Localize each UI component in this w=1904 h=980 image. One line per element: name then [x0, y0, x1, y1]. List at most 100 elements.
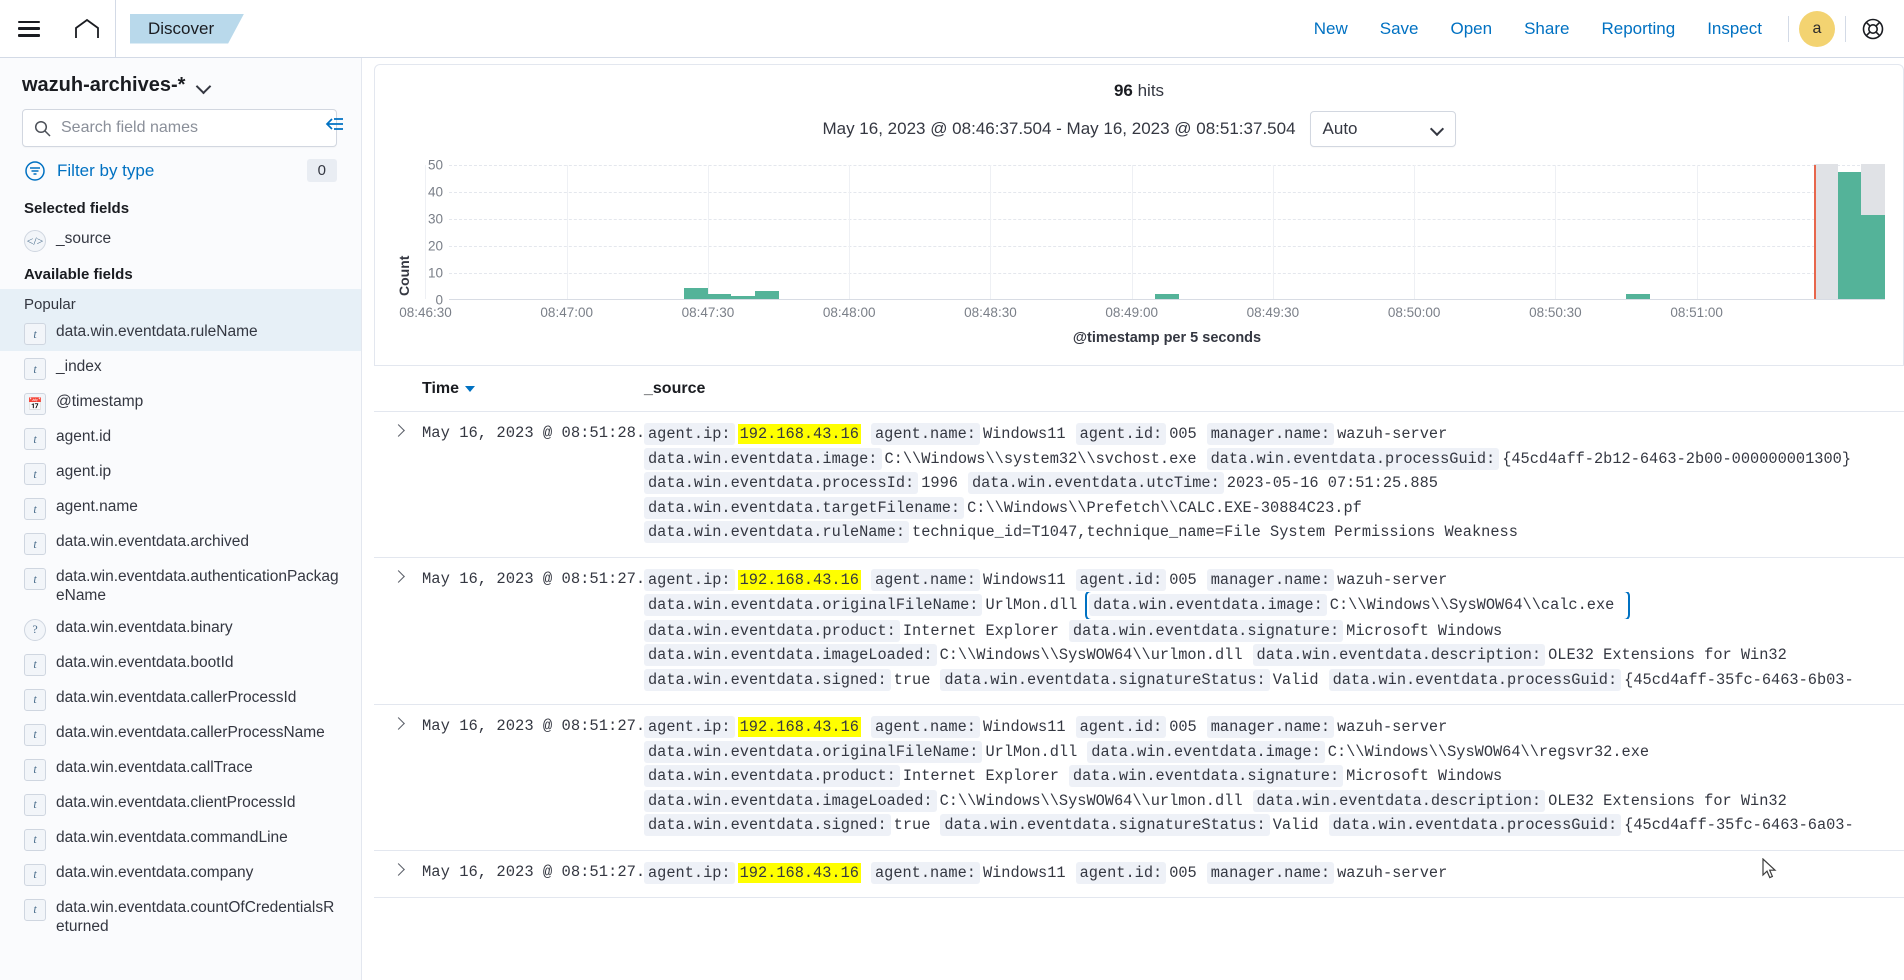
collapse-sidebar-button[interactable]: [323, 116, 345, 139]
histogram-bar[interactable]: [1861, 215, 1885, 299]
field-value-highlighted: 192.168.43.16: [738, 424, 861, 444]
field-item[interactable]: tdata.win.eventdata.authenticationPackag…: [0, 561, 361, 612]
interval-value: Auto: [1323, 119, 1358, 139]
field-item[interactable]: 📅@timestamp: [0, 386, 361, 421]
field-value: 1996: [921, 474, 958, 492]
histogram-bar[interactable]: [684, 288, 708, 299]
field-value: 005: [1169, 571, 1197, 589]
field-key: agent.name:: [871, 716, 980, 738]
field-value: UrlMon.dll: [985, 743, 1077, 761]
index-pattern-selector[interactable]: wazuh-archives-*: [0, 58, 361, 109]
filter-by-type-row[interactable]: Filter by type 0: [0, 147, 361, 192]
field-value: C:\\Windows\\Prefetch\\CALC.EXE-30884C23…: [967, 499, 1362, 517]
field-item[interactable]: tdata.win.eventdata.callerProcessName: [0, 717, 361, 752]
expand-row-icon[interactable]: [393, 426, 404, 437]
field-value: wazuh-server: [1337, 864, 1447, 882]
search-icon: [34, 120, 51, 137]
gridline-vertical: [1697, 165, 1698, 299]
expand-row-icon[interactable]: [393, 865, 404, 876]
field-key: agent.name:: [871, 423, 980, 445]
histogram-bar[interactable]: [1838, 172, 1862, 299]
save-button[interactable]: Save: [1364, 19, 1435, 39]
expand-row-icon[interactable]: [393, 572, 404, 583]
interval-select[interactable]: Auto: [1310, 111, 1456, 147]
field-key: agent.id:: [1076, 569, 1167, 591]
search-input[interactable]: [61, 119, 325, 137]
field-item-source[interactable]: </> _source: [0, 223, 361, 258]
string-type-icon: t: [24, 899, 46, 921]
field-item[interactable]: tdata.win.eventdata.bootId: [0, 647, 361, 682]
field-item[interactable]: ?data.win.eventdata.binary: [0, 612, 361, 647]
field-value: C:\\Windows\\system32\\svchost.exe: [885, 450, 1197, 468]
expand-cell: [374, 715, 422, 838]
field-value: Windows11: [983, 864, 1066, 882]
field-key: data.win.eventdata.product:: [644, 765, 900, 787]
field-key: data.win.eventdata.originalFileName:: [644, 741, 982, 763]
column-header-time[interactable]: Time: [374, 380, 626, 398]
field-item[interactable]: tagent.ip: [0, 456, 361, 491]
field-value: technique_id=T1047,technique_name=File S…: [912, 523, 1518, 541]
field-item[interactable]: tdata.win.eventdata.clientProcessId: [0, 787, 361, 822]
histogram-bar[interactable]: [731, 296, 755, 299]
string-type-icon: t: [24, 759, 46, 781]
chevron-down-icon[interactable]: [197, 79, 211, 93]
new-button[interactable]: New: [1298, 19, 1364, 39]
gridline: [449, 273, 1885, 274]
cell-source: agent.ip:192.168.43.16agent.name:Windows…: [626, 568, 1904, 693]
field-item[interactable]: t_index: [0, 351, 361, 386]
available-fields-header: Available fields: [0, 258, 361, 289]
field-item[interactable]: tdata.win.eventdata.countOfCredentialsRe…: [0, 892, 361, 943]
field-item[interactable]: tdata.win.eventdata.callTrace: [0, 752, 361, 787]
table-row[interactable]: May 16, 2023 @ 08:51:27.572agent.ip:192.…: [374, 705, 1904, 851]
inspect-button[interactable]: Inspect: [1691, 19, 1778, 39]
reporting-button[interactable]: Reporting: [1585, 19, 1691, 39]
expand-row-icon[interactable]: [393, 719, 404, 730]
field-value: OLE32 Extensions for Win32: [1548, 792, 1787, 810]
help-button[interactable]: [1856, 12, 1890, 46]
field-value: C:\\Windows\\SysWOW64\\urlmon.dll: [940, 792, 1243, 810]
field-item[interactable]: tdata.win.eventdata.archived: [0, 526, 361, 561]
string-type-icon: t: [24, 724, 46, 746]
cell-time: May 16, 2023 @ 08:51:27.572: [422, 715, 626, 838]
x-axis-tick: 08:49:00: [1105, 305, 1158, 320]
menu-button[interactable]: [0, 0, 58, 57]
field-item-rulename[interactable]: t data.win.eventdata.ruleName: [0, 316, 361, 351]
gridline-vertical: [708, 165, 709, 299]
avatar[interactable]: a: [1799, 11, 1835, 47]
table-row[interactable]: May 16, 2023 @ 08:51:27.574agent.ip:192.…: [374, 558, 1904, 706]
tab-discover[interactable]: Discover: [130, 14, 244, 44]
source-line: agent.ip:192.168.43.16agent.name:Windows…: [644, 568, 1892, 593]
histogram-bar[interactable]: [755, 291, 779, 299]
top-navigation-bar: Discover New Save Open Share Reporting I…: [0, 0, 1904, 58]
help-circle-icon: [1861, 17, 1885, 41]
open-button[interactable]: Open: [1435, 19, 1509, 39]
histogram-bar[interactable]: [1626, 294, 1650, 299]
home-button[interactable]: [58, 0, 116, 57]
field-item[interactable]: tagent.name: [0, 491, 361, 526]
plot-area[interactable]: [449, 165, 1885, 300]
field-key: data.win.eventdata.targetFilename:: [644, 497, 964, 519]
histogram-panel: 96 hits May 16, 2023 @ 08:46:37.504 - Ma…: [374, 64, 1904, 365]
field-item[interactable]: tdata.win.eventdata.callerProcessId: [0, 682, 361, 717]
field-item[interactable]: tagent.id: [0, 421, 361, 456]
x-axis-tick: 08:47:30: [682, 305, 735, 320]
focused-field[interactable]: data.win.eventdata.image:C:\\Windows\\Sy…: [1087, 592, 1628, 619]
table-row[interactable]: May 16, 2023 @ 08:51:27.570agent.ip:192.…: [374, 851, 1904, 899]
search-field-names-box[interactable]: [22, 109, 337, 147]
field-value: Windows11: [983, 718, 1066, 736]
field-key: data.win.eventdata.description:: [1253, 644, 1546, 666]
hits-count: 96: [1114, 81, 1133, 100]
field-key: data.win.eventdata.image:: [1087, 741, 1325, 763]
share-button[interactable]: Share: [1508, 19, 1585, 39]
x-axis-tick: 08:48:00: [823, 305, 876, 320]
table-row[interactable]: May 16, 2023 @ 08:51:28.947agent.ip:192.…: [374, 412, 1904, 558]
histogram-bar[interactable]: [708, 294, 732, 299]
x-axis-tick: 08:46:30: [399, 305, 452, 320]
field-item[interactable]: tdata.win.eventdata.company: [0, 857, 361, 892]
nav-divider-2: [1845, 16, 1846, 42]
histogram-bar[interactable]: [1155, 294, 1179, 299]
field-key: data.win.eventdata.signed:: [644, 814, 891, 836]
expand-cell: [374, 422, 422, 545]
field-item[interactable]: tdata.win.eventdata.commandLine: [0, 822, 361, 857]
field-value-highlighted: 192.168.43.16: [738, 717, 861, 737]
